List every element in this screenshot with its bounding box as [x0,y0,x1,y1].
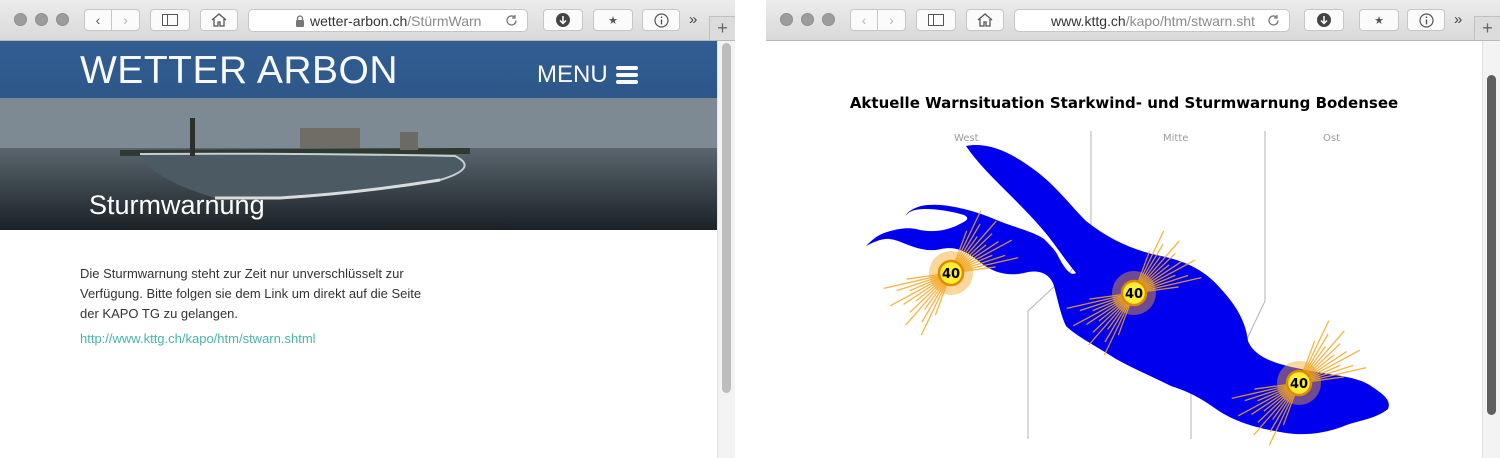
forward-button[interactable]: › [112,9,140,31]
close-window-button[interactable] [780,13,793,26]
nav-buttons: ‹ › [84,9,140,31]
zoom-window-button[interactable] [822,13,835,26]
new-tab-button[interactable]: + [1474,16,1500,40]
warning-value: 40 [1125,287,1143,302]
reload-icon[interactable] [1267,14,1280,27]
lake-constance-map: 40 40 40 [866,131,1389,446]
home-icon [211,13,227,27]
browser-toolbar: ‹ › wetter-arbon.ch/StürmWarn ★ » + [0,0,735,41]
close-window-button[interactable] [14,13,27,26]
address-path: /kapo/htm/stwarn.sht [1125,12,1255,29]
info-icon [1418,12,1434,28]
chevron-right-icon: › [123,12,128,28]
scrollbar-thumb[interactable] [1487,75,1496,415]
back-button[interactable]: ‹ [84,9,112,31]
star-icon: ★ [1374,14,1384,27]
toolbar-overflow-icon[interactable]: » [689,11,697,28]
info-paragraph: Die Sturmwarnung steht zur Zeit nur unve… [80,266,422,321]
header-bar: WETTER ARBON MENU [0,41,717,98]
hamburger-icon [615,66,638,84]
downloads-button[interactable] [1304,9,1344,31]
minimize-window-button[interactable] [35,13,48,26]
back-button[interactable]: ‹ [850,9,878,31]
home-button[interactable] [200,9,238,31]
home-button[interactable] [966,9,1004,31]
bookmarks-button[interactable]: ★ [1359,9,1399,31]
address-host: wetter-arbon.ch [310,12,408,29]
address-path: /StürmWarn [407,12,482,29]
address-host: www.kttg.ch [1051,12,1126,29]
nav-buttons: ‹ › [850,9,906,31]
chevron-left-icon: ‹ [861,12,867,28]
info-icon [653,12,669,28]
vertical-scrollbar[interactable] [1482,41,1500,458]
reload-icon[interactable] [505,14,518,27]
address-bar[interactable]: wetter-arbon.ch/StürmWarn [248,9,528,32]
sidebar-button[interactable] [150,9,190,31]
download-icon [1317,13,1331,27]
browser-window-right: ‹ › www.kttg.ch/kapo/htm/stwarn.sht ★ » … [766,0,1500,458]
sidebar-icon [162,14,178,26]
scrollbar-thumb[interactable] [722,43,731,393]
chevron-left-icon: ‹ [95,12,101,28]
page-heading: Sturmwarnung [89,190,265,220]
address-bar[interactable]: www.kttg.ch/kapo/htm/stwarn.sht [1014,9,1290,32]
hero-banner: WETTER ARBON MENU Sturmwarnung [0,41,717,230]
menu-label: MENU [537,61,608,88]
chevron-right-icon: › [889,12,894,28]
info-button[interactable] [1407,9,1445,31]
sidebar-button[interactable] [916,9,956,31]
kapo-link[interactable]: http://www.kttg.ch/kapo/htm/stwarn.shtml [80,331,316,346]
home-icon [977,13,993,27]
star-icon: ★ [608,14,618,27]
downloads-button[interactable] [543,9,583,31]
new-tab-button[interactable]: + [709,16,735,40]
warning-value: 40 [1290,377,1308,392]
minimize-window-button[interactable] [801,13,814,26]
toolbar-overflow-icon[interactable]: » [1454,11,1462,28]
warning-page: Aktuelle Warnsituation Starkwind- und St… [766,41,1482,458]
vertical-scrollbar[interactable] [717,41,735,458]
window-gap [735,0,766,458]
info-button[interactable] [642,9,680,31]
bookmarks-button[interactable]: ★ [593,9,633,31]
site-title[interactable]: WETTER ARBON [80,49,398,93]
browser-window-left: ‹ › wetter-arbon.ch/StürmWarn ★ » + WETT… [0,0,735,458]
browser-toolbar: ‹ › www.kttg.ch/kapo/htm/stwarn.sht ★ » … [766,0,1500,41]
sidebar-icon [928,14,944,26]
download-icon [556,13,570,27]
lock-icon [296,14,304,27]
menu-button[interactable]: MENU [537,61,638,89]
forward-button[interactable]: › [878,9,906,31]
zoom-window-button[interactable] [56,13,69,26]
warning-value: 40 [942,267,960,282]
